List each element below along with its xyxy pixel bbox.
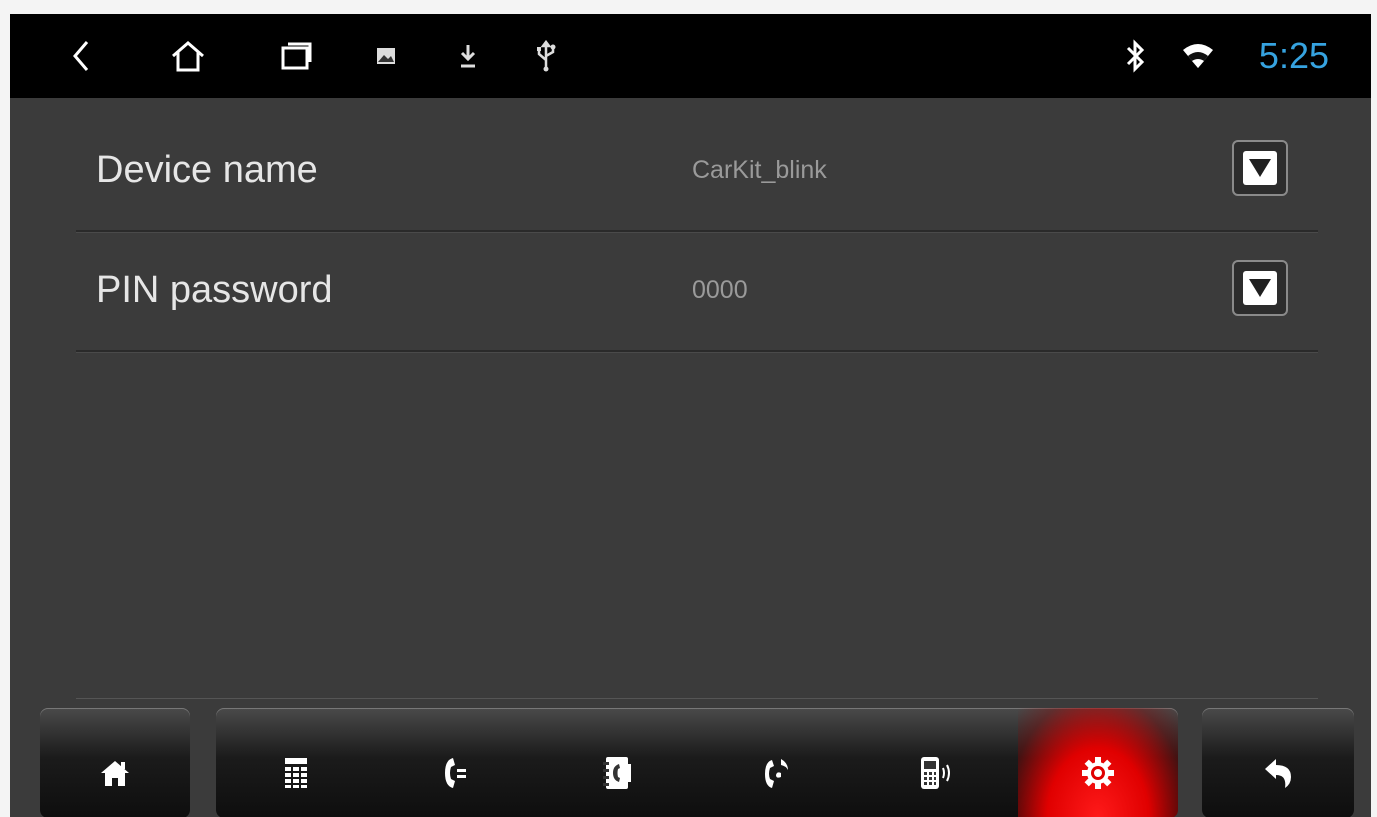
usb-icon xyxy=(534,14,558,98)
tab-phone-link[interactable] xyxy=(857,708,1017,817)
pin-password-label: PIN password xyxy=(96,268,333,311)
tab-settings[interactable] xyxy=(1017,708,1178,817)
setting-row-pin-password[interactable]: PIN password 0000 xyxy=(76,230,1318,353)
download-icon xyxy=(456,14,480,98)
contacts-icon xyxy=(602,736,631,790)
bottom-return-button[interactable] xyxy=(1202,708,1354,817)
image-icon xyxy=(374,14,398,98)
pin-password-dropdown-button[interactable] xyxy=(1232,260,1288,316)
status-time: 5:25 xyxy=(1258,35,1329,76)
device-name-label: Device name xyxy=(96,148,318,191)
device-name-dropdown-button[interactable] xyxy=(1232,140,1288,196)
triangle-down-icon xyxy=(1243,151,1277,185)
return-icon xyxy=(1202,708,1354,817)
setting-row-device-name[interactable]: Device name CarKit_blink xyxy=(76,110,1318,233)
dialpad-icon xyxy=(284,737,308,789)
triangle-down-icon xyxy=(1243,271,1277,305)
bottom-tab-bar xyxy=(216,708,1178,817)
music-icon xyxy=(764,736,790,790)
pin-password-value: 0000 xyxy=(692,275,748,304)
tab-dialpad[interactable] xyxy=(216,708,376,817)
device-name-value: CarKit_blink xyxy=(692,155,827,184)
home-icon[interactable] xyxy=(168,14,208,98)
wifi-icon xyxy=(1180,14,1216,98)
tab-music[interactable] xyxy=(697,708,857,817)
bottom-divider xyxy=(76,698,1318,699)
back-icon[interactable] xyxy=(66,14,96,98)
phone-link-icon xyxy=(920,736,954,790)
recent-apps-icon[interactable] xyxy=(276,14,316,98)
screen: 5:25 Device name CarKit_blink PIN passwo… xyxy=(10,14,1371,817)
bluetooth-icon xyxy=(1122,14,1148,98)
call-log-icon xyxy=(444,736,468,790)
tab-contacts[interactable] xyxy=(537,708,697,817)
status-bar: 5:25 xyxy=(10,14,1371,98)
settings-icon xyxy=(1081,736,1115,790)
home-icon xyxy=(40,708,190,817)
bottom-home-button[interactable] xyxy=(40,708,190,817)
tab-call-log[interactable] xyxy=(376,708,536,817)
